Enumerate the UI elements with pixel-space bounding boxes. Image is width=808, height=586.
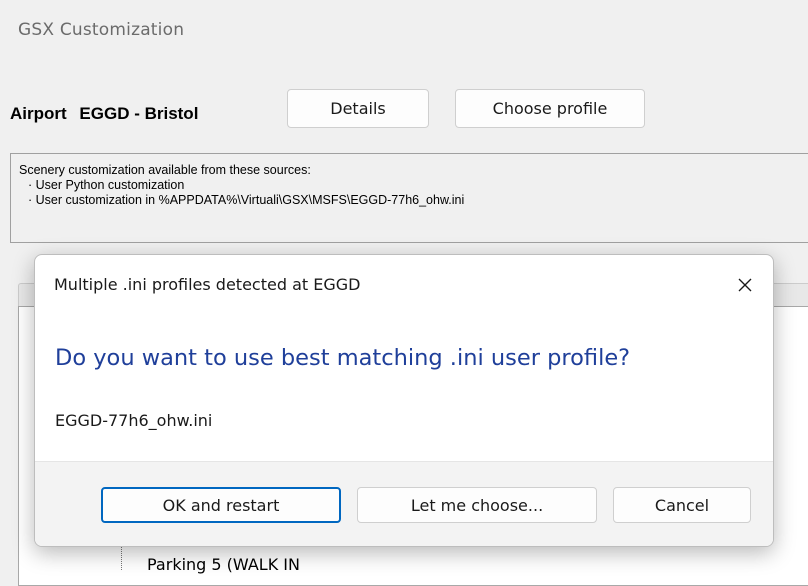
sources-box: Scenery customization available from the… [10, 153, 808, 243]
sources-header: Scenery customization available from the… [19, 163, 311, 177]
airport-value: EGGD - Bristol [79, 104, 199, 123]
dialog-heading: Do you want to use best matching .ini us… [55, 345, 631, 371]
dialog-footer: OK and restart Let me choose... Cancel [35, 461, 773, 546]
close-icon[interactable] [727, 267, 763, 303]
dialog-filename: EGGD-77h6_ohw.ini [55, 411, 213, 430]
cancel-button[interactable]: Cancel [613, 487, 751, 523]
let-me-choose-button[interactable]: Let me choose... [357, 487, 597, 523]
choose-profile-button[interactable]: Choose profile [455, 89, 645, 128]
window-title: GSX Customization [18, 20, 185, 40]
profile-dialog: Multiple .ini profiles detected at EGGD … [34, 254, 774, 547]
airport-row: Airport EGGD - Bristol [10, 104, 198, 124]
airport-label: Airport [10, 104, 67, 123]
source-item: · User Python customization [28, 178, 185, 192]
details-button[interactable]: Details [287, 89, 429, 128]
ok-restart-button[interactable]: OK and restart [101, 487, 341, 523]
tree-item-parking[interactable]: Parking 5 (WALK IN [147, 555, 300, 574]
dialog-title: Multiple .ini profiles detected at EGGD [54, 275, 361, 294]
close-icon-glyph [738, 278, 752, 292]
source-item: · User customization in %APPDATA%\Virtua… [28, 193, 465, 207]
